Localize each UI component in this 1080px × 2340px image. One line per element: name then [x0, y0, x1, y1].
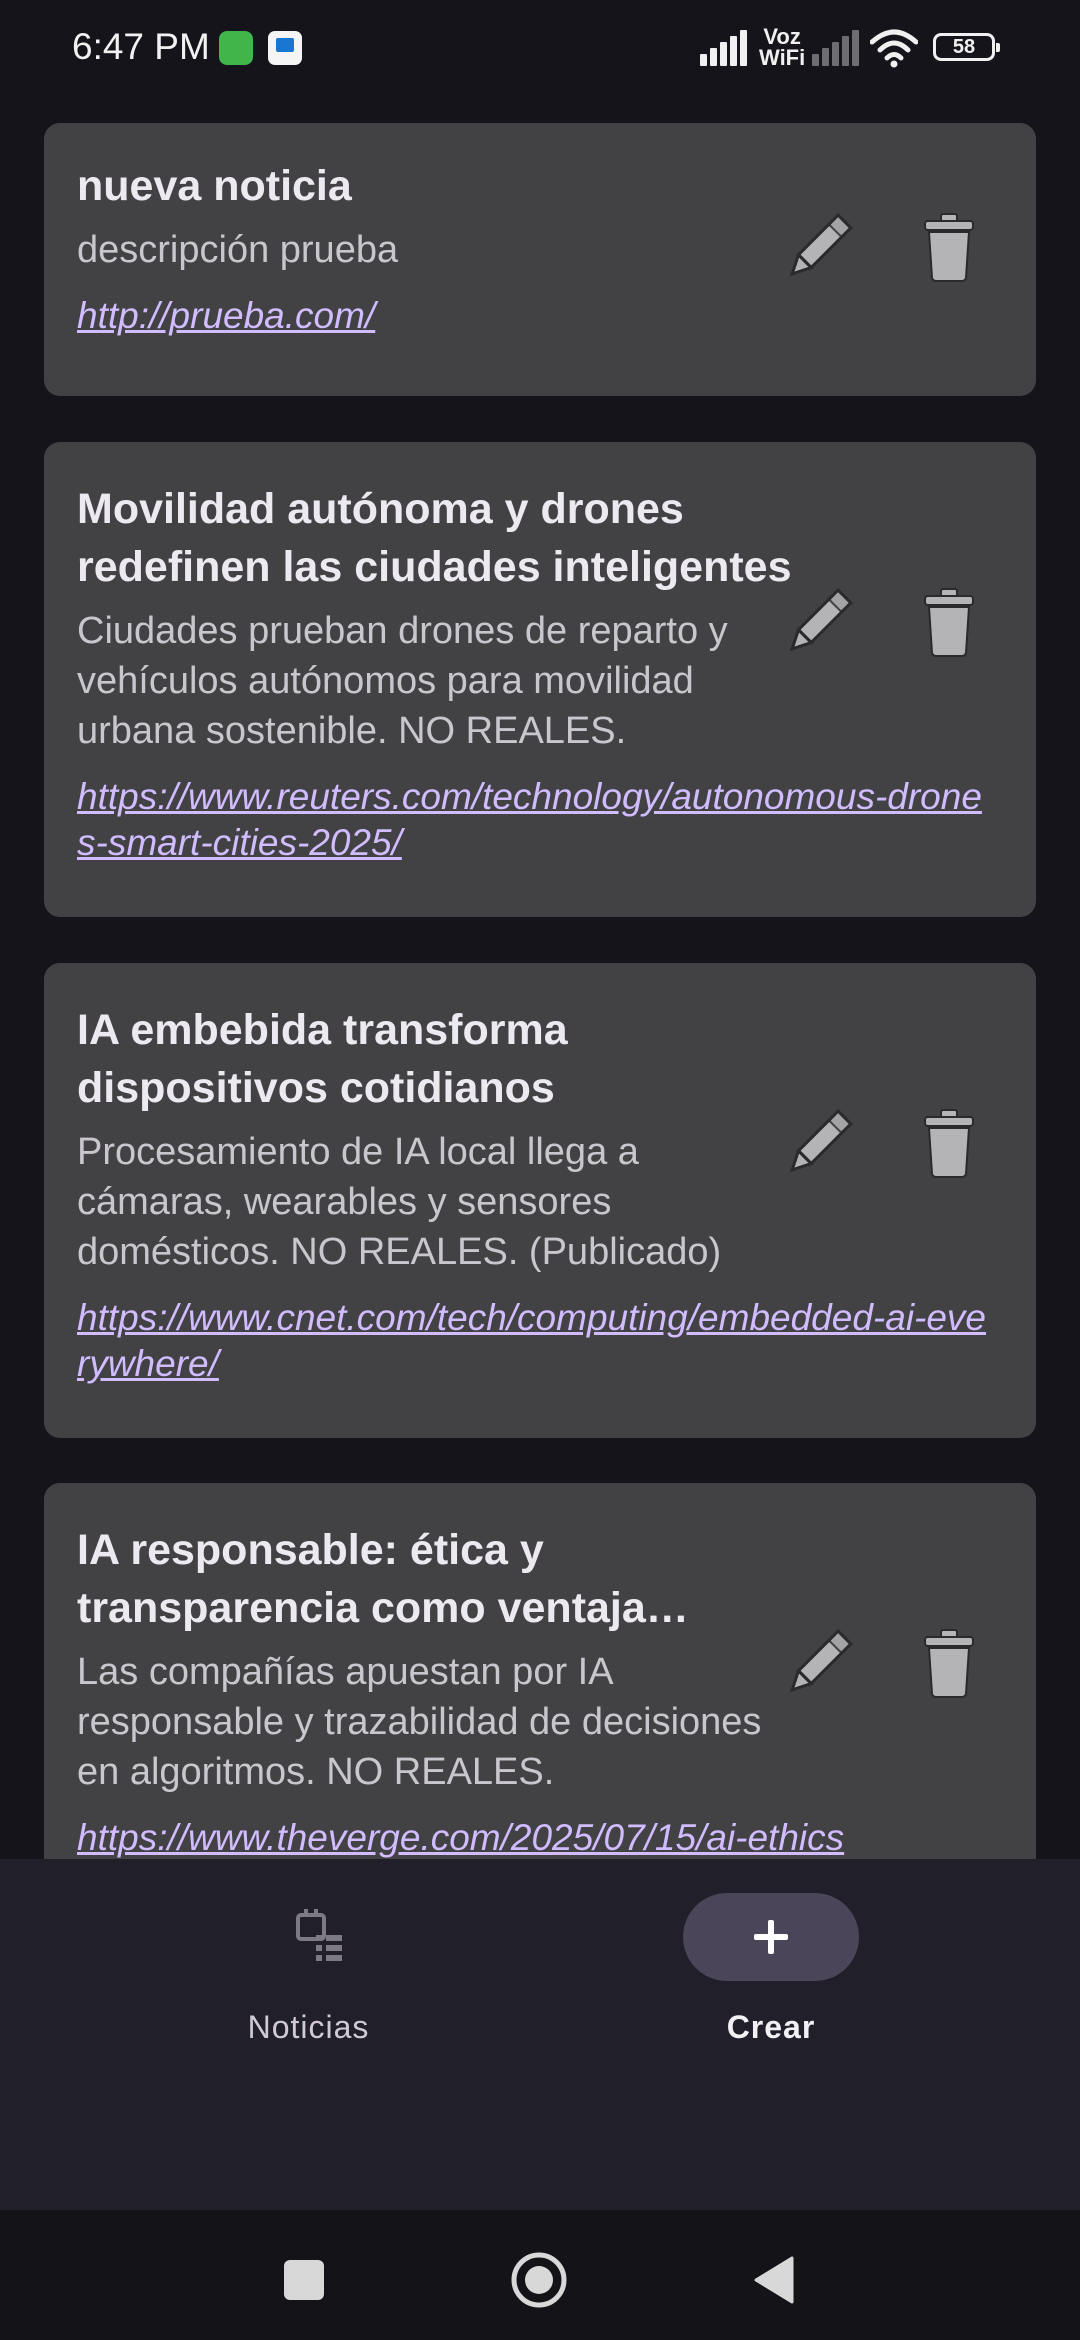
news-description: descripción prueba — [77, 229, 399, 271]
news-calendar-icon — [296, 1909, 342, 1961]
news-title: IA embebida transforma dispositivos coti… — [77, 1006, 568, 1112]
voz-wifi-indicator: Voz WiFi — [759, 24, 806, 70]
trash-icon — [924, 1109, 974, 1178]
back-button[interactable] — [734, 2240, 814, 2320]
delete-button[interactable] — [899, 197, 999, 297]
trash-icon — [924, 213, 974, 282]
signal-icon-secondary — [812, 30, 859, 66]
news-title: IA responsable: ética y transparencia co… — [77, 1526, 646, 1632]
news-description: Ciudades prueban drones de reparto y veh… — [77, 610, 728, 752]
nav-tab-noticias[interactable]: Noticias — [0, 1859, 540, 2045]
nav-label-crear: Crear — [726, 2009, 816, 2045]
back-triangle-icon — [754, 2256, 794, 2304]
app-notification-icon — [219, 31, 253, 65]
bottom-navigation: Noticias Crear — [0, 1859, 1080, 2210]
square-icon — [284, 2260, 324, 2300]
nav-label-noticias: Noticias — [247, 2009, 370, 2045]
delete-button[interactable] — [899, 1613, 999, 1713]
news-list[interactable]: nueva noticia descripción prueba http://… — [0, 100, 1080, 1859]
pencil-icon — [789, 213, 853, 277]
signal-icon — [700, 30, 747, 66]
home-button[interactable] — [499, 2240, 579, 2320]
create-pill — [683, 1893, 859, 1981]
battery-indicator: 58 — [933, 33, 1000, 61]
nav-tab-crear[interactable]: Crear — [540, 1859, 1080, 2045]
trash-icon — [924, 588, 974, 657]
news-link[interactable]: https://www.cnet.com/tech/computing/embe… — [77, 1295, 997, 1387]
news-card: IA responsable: ética y transparencia co… — [44, 1483, 1036, 1859]
pencil-icon — [789, 588, 853, 652]
edit-button[interactable] — [769, 1613, 869, 1713]
news-description: Las compañías apuestan por IA responsabl… — [77, 1651, 762, 1793]
pencil-icon — [789, 1629, 853, 1693]
news-link[interactable]: https://www.theverge.com/2025/07/15/ai-e… — [77, 1815, 997, 1859]
plus-icon — [754, 1920, 788, 1954]
recents-button[interactable] — [264, 2240, 344, 2320]
pencil-icon — [789, 1109, 853, 1173]
news-card: IA embebida transforma dispositivos coti… — [44, 963, 1036, 1438]
edit-button[interactable] — [769, 572, 869, 672]
edit-button[interactable] — [769, 1093, 869, 1193]
edit-button[interactable] — [769, 197, 869, 297]
system-navigation-bar — [0, 2210, 1080, 2340]
trash-icon — [924, 1629, 974, 1698]
news-link[interactable]: https://www.reuters.com/technology/auton… — [77, 774, 997, 866]
nav-icon-wrap — [232, 1893, 408, 1981]
delete-button[interactable] — [899, 572, 999, 672]
news-description: Procesamiento de IA local llega a cámara… — [77, 1131, 722, 1273]
news-card: nueva noticia descripción prueba http://… — [44, 123, 1036, 396]
screen-notification-icon — [268, 31, 302, 65]
status-time: 6:47 PM — [72, 26, 210, 67]
news-title: nueva noticia — [77, 162, 352, 210]
home-circle-icon — [511, 2252, 567, 2308]
news-card: Movilidad autónoma y drones redefinen la… — [44, 442, 1036, 917]
status-bar: 6:47 PM Voz WiFi 58 — [0, 0, 1080, 100]
news-title: Movilidad autónoma y drones redefinen la… — [77, 485, 792, 591]
delete-button[interactable] — [899, 1093, 999, 1193]
news-link[interactable]: http://prueba.com/ — [77, 293, 797, 339]
wifi-icon — [870, 29, 918, 68]
